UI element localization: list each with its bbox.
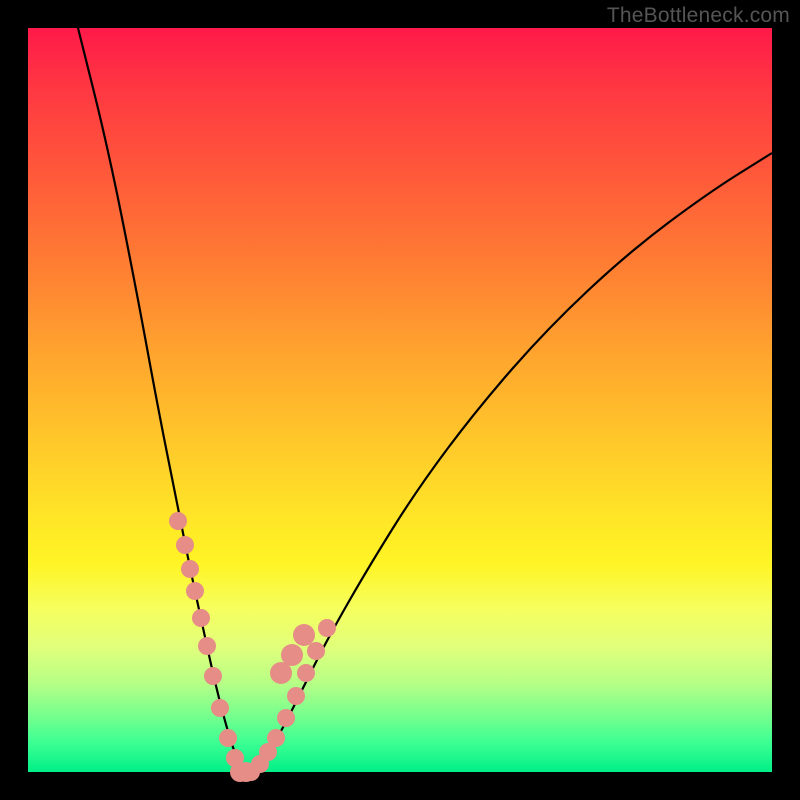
bead	[176, 536, 194, 554]
bead	[169, 512, 187, 530]
bead	[198, 637, 216, 655]
bead	[293, 624, 315, 646]
bead	[267, 729, 285, 747]
bead	[307, 642, 325, 660]
bead	[287, 687, 305, 705]
bead	[297, 664, 315, 682]
bead	[270, 662, 292, 684]
plot-area	[28, 28, 772, 772]
bead	[236, 762, 256, 782]
watermark-text: TheBottleneck.com	[607, 4, 790, 28]
curve-left	[78, 28, 246, 772]
bead	[192, 609, 210, 627]
bead	[219, 729, 237, 747]
bead	[181, 560, 199, 578]
bead	[211, 699, 229, 717]
bead	[277, 709, 295, 727]
bead-group	[169, 512, 336, 782]
curve-right	[246, 153, 772, 772]
outer-frame: TheBottleneck.com	[0, 0, 800, 800]
chart-svg	[28, 28, 772, 772]
bead	[204, 667, 222, 685]
bead	[186, 582, 204, 600]
bead	[318, 619, 336, 637]
